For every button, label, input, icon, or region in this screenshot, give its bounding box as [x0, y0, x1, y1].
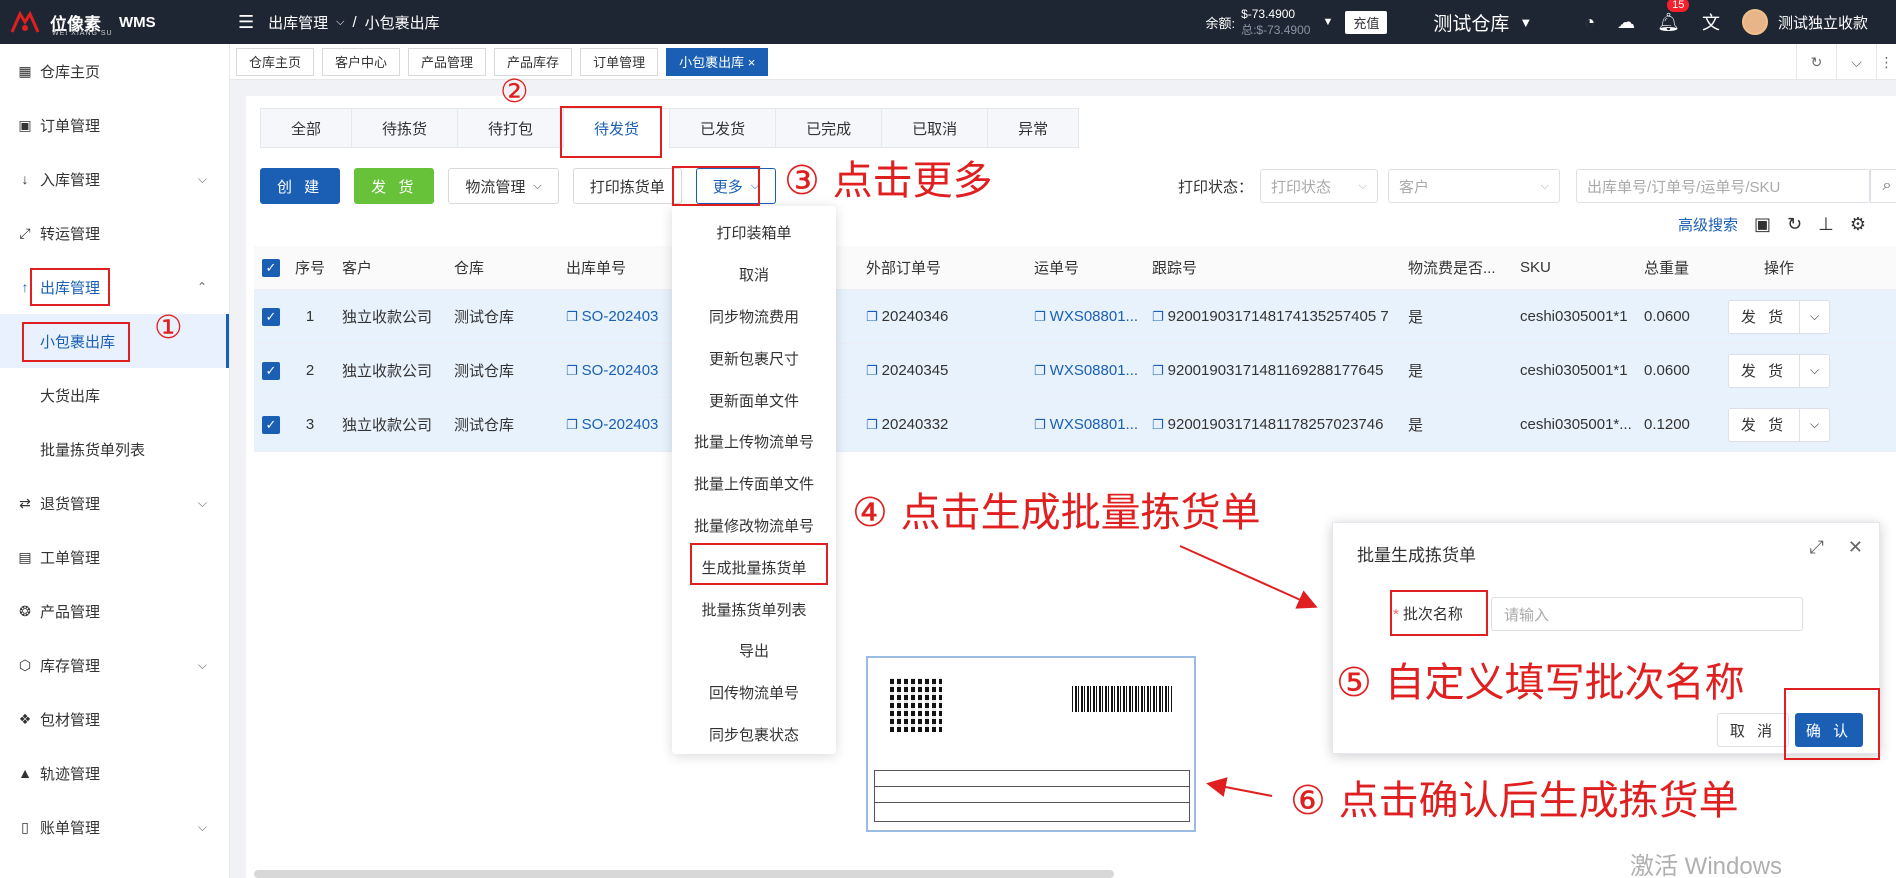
windows-watermark: 激活 Windows: [1630, 853, 1783, 878]
arrow-to-preview: [1206, 777, 1273, 797]
annotation-arrows: [1179, 545, 1318, 797]
arrow-to-dialog: [1179, 545, 1318, 609]
horizontal-scrollbar[interactable]: [254, 870, 1114, 878]
